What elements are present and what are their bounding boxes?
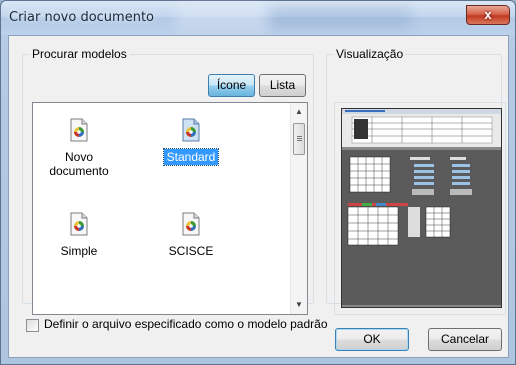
window-title: Criar novo documento [9, 10, 154, 25]
template-item-novo-documento[interactable]: Novo documento [34, 117, 124, 179]
list-view-button[interactable]: Lista [259, 74, 306, 97]
template-label: Novo documento [49, 150, 109, 178]
ok-label: OK [363, 332, 381, 346]
template-label: Simple [60, 244, 98, 258]
templates-list[interactable]: Novo documento Standard Simple SCISCE ▲ … [32, 102, 308, 315]
cancel-label: Cancelar [440, 332, 490, 346]
templates-group-label: Procurar modelos [29, 47, 130, 61]
default-template-checkbox-label: Definir o arquivo especificado como o mo… [44, 317, 328, 331]
document-icon [182, 118, 200, 142]
list-view-label: Lista [269, 78, 296, 92]
default-template-checkbox[interactable] [26, 319, 39, 332]
ok-button[interactable]: OK [335, 328, 409, 351]
preview-group-label: Visualização [333, 47, 407, 61]
cancel-button[interactable]: Cancelar [428, 328, 502, 351]
scroll-down-arrow-icon[interactable]: ▼ [291, 296, 307, 313]
scroll-thumb[interactable] [293, 123, 305, 155]
scroll-up-arrow-icon[interactable]: ▲ [291, 103, 307, 120]
icon-view-button[interactable]: Ícone [208, 74, 255, 97]
preview-panel [334, 102, 506, 315]
document-icon [70, 118, 88, 142]
document-icon [70, 212, 88, 236]
document-icon [182, 212, 200, 236]
close-button[interactable]: x [466, 5, 510, 25]
dialog-window: Criar novo documento x Procurar modelos … [0, 0, 516, 365]
template-item-simple[interactable]: Simple [34, 211, 124, 259]
vertical-scrollbar[interactable]: ▲ ▼ [290, 103, 307, 314]
template-preview-image [341, 108, 502, 308]
template-item-standard[interactable]: Standard [146, 117, 236, 166]
template-label: SCISCE [168, 244, 214, 258]
title-bar[interactable]: Criar novo documento x [1, 1, 515, 35]
icon-view-label: Ícone [216, 78, 247, 92]
template-label-selected: Standard [162, 148, 220, 166]
template-item-scisce[interactable]: SCISCE [146, 211, 236, 259]
close-icon: x [484, 7, 492, 22]
dialog-body: Procurar modelos Ícone Lista Novo docume… [8, 35, 509, 358]
